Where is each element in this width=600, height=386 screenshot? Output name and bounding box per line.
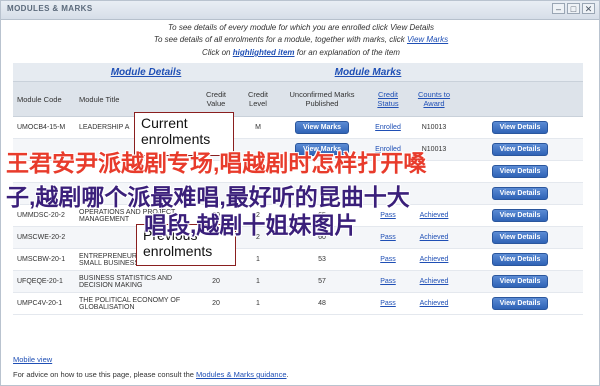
credit-level-cell: M [237, 116, 279, 139]
marks-cell: View Marks [279, 116, 365, 139]
instruction-line-3: Click on highlighted item for an explana… [202, 48, 400, 57]
credit-status-link[interactable]: Pass [380, 212, 396, 219]
view-details-button[interactable]: View Details [491, 275, 549, 288]
credit-status-cell: Enrolled [365, 116, 411, 139]
module-marks-group[interactable]: Module Marks [279, 63, 457, 82]
view-marks-button[interactable]: View Marks [294, 121, 349, 134]
award-cell: Achieved [411, 204, 457, 227]
credit-status-link[interactable]: Pass [380, 256, 396, 263]
module-code-cell: UMOCB4-15-M [13, 116, 75, 139]
view-details-button[interactable]: View Details [491, 187, 549, 200]
instruction-line-1: To see details of every module for which… [168, 23, 434, 32]
view-details-button[interactable]: View Details [491, 253, 549, 266]
watermark-line-3: 唱段,越剧十姐妹图片 [144, 212, 358, 238]
highlighted-item-link[interactable]: highlighted item [233, 48, 295, 57]
table-row: UMPC4V-20-1 THE POLITICAL ECONOMY OF GLOB… [13, 292, 583, 315]
credit-status-link[interactable]: Pass [380, 300, 396, 307]
award-value[interactable]: Achieved [420, 300, 449, 307]
details-cell: View Details [457, 138, 583, 161]
award-cell: Achieved [411, 248, 457, 271]
credit-status-link[interactable]: Enrolled [375, 124, 401, 131]
watermark-line-2: 子,越剧哪个派最难唱,最好听的昆曲十大 [6, 184, 410, 210]
column-header-row: Module Code Module Title Credit Value Cr… [13, 81, 583, 117]
instruction-line-2: To see details of all enrolments for a m… [153, 35, 449, 44]
details-cell: View Details [457, 292, 583, 315]
module-code-cell: UMSCBW-20-1 [13, 248, 75, 271]
award-cell: Achieved [411, 270, 457, 293]
col-counts-to-award[interactable]: Counts to Award [411, 81, 457, 117]
watermark-line-1: 王君安尹派越剧专场,唱越剧时怎样打开嗓 [6, 150, 427, 176]
table-row: UFQEQE-20-1 BUSINESS STATISTICS AND DECIS… [13, 270, 583, 293]
unconfirmed-mark: 53 [318, 256, 326, 263]
credit-value-cell: 20 [195, 270, 237, 293]
unconfirmed-mark: 57 [318, 278, 326, 285]
col-credit-level: Credit Level [237, 81, 279, 117]
credit-level-cell: 1 [237, 270, 279, 293]
award-value[interactable]: Achieved [420, 234, 449, 241]
details-cell: View Details [457, 182, 583, 205]
module-code-cell: UMSCWE-20-2 [13, 226, 75, 249]
details-cell: View Details [457, 116, 583, 139]
credit-status-link[interactable]: Pass [380, 278, 396, 285]
credit-value-cell: 20 [195, 292, 237, 315]
module-title-cell: BUSINESS STATISTICS AND DECISION MAKING [75, 270, 195, 293]
details-cell: View Details [457, 204, 583, 227]
col-unconfirmed-marks: Unconfirmed Marks Published [279, 81, 365, 117]
award-cell: Achieved [411, 292, 457, 315]
credit-status-cell: Pass [365, 226, 411, 249]
credit-status-link[interactable]: Pass [380, 234, 396, 241]
credit-level-cell: 1 [237, 248, 279, 271]
table-row: UMSCBW-20-1 ENTREPRENEURSHIP AND SMALL BU… [13, 248, 583, 271]
window-controls: – □ ✕ [552, 3, 595, 14]
unconfirmed-mark: 48 [318, 300, 326, 307]
view-marks-instruction-link[interactable]: View Marks [407, 35, 448, 44]
award-cell: Achieved [411, 226, 457, 249]
module-details-group[interactable]: Module Details [13, 63, 279, 82]
window-title: MODULES & MARKS [7, 4, 93, 13]
details-cell: View Details [457, 270, 583, 293]
close-icon[interactable]: ✕ [582, 3, 595, 14]
credit-status-cell: Pass [365, 270, 411, 293]
award-cell [411, 182, 457, 205]
marks-cell: 48 [279, 292, 365, 315]
award-value[interactable]: Achieved [420, 256, 449, 263]
module-title-cell: THE POLITICAL ECONOMY OF GLOBALISATION [75, 292, 195, 315]
award-value[interactable]: Achieved [420, 212, 449, 219]
credit-level-cell: 1 [237, 292, 279, 315]
col-credit-status[interactable]: Credit Status [365, 81, 411, 117]
view-details-button[interactable]: View Details [491, 297, 549, 310]
maximize-icon[interactable]: □ [567, 3, 580, 14]
award-cell: N10013 [411, 116, 457, 139]
credit-status-cell: Pass [365, 292, 411, 315]
module-code-cell: UMPC4V-20-1 [13, 292, 75, 315]
mobile-view-row: Mobile view [13, 355, 52, 364]
col-module-code: Module Code [13, 81, 75, 117]
module-code-cell: UFQEQE-20-1 [13, 270, 75, 293]
marks-cell: 57 [279, 270, 365, 293]
mobile-view-link[interactable]: Mobile view [13, 355, 52, 364]
minimize-icon[interactable]: – [552, 3, 565, 14]
details-cell: View Details [457, 160, 583, 183]
view-details-button[interactable]: View Details [491, 209, 549, 222]
guidance-link[interactable]: Modules & Marks guidance [196, 370, 286, 379]
table-row: UMOCB4-15-MLEADERSHIP A15MView MarksEnro… [13, 116, 583, 139]
view-details-button[interactable]: View Details [491, 231, 549, 244]
marks-cell: 53 [279, 248, 365, 271]
details-cell: View Details [457, 226, 583, 249]
credit-status-cell: Pass [365, 248, 411, 271]
footer: For advice on how to use this page, plea… [13, 370, 289, 379]
title-bar: MODULES & MARKS – □ ✕ [1, 1, 599, 20]
view-details-button[interactable]: View Details [491, 165, 549, 178]
award-value: N10013 [421, 124, 447, 131]
award-value[interactable]: Achieved [420, 278, 449, 285]
view-details-button[interactable]: View Details [491, 143, 549, 156]
details-cell: View Details [457, 248, 583, 271]
group-header-row: Module Details Module Marks [13, 63, 583, 82]
view-details-button[interactable]: View Details [491, 121, 549, 134]
